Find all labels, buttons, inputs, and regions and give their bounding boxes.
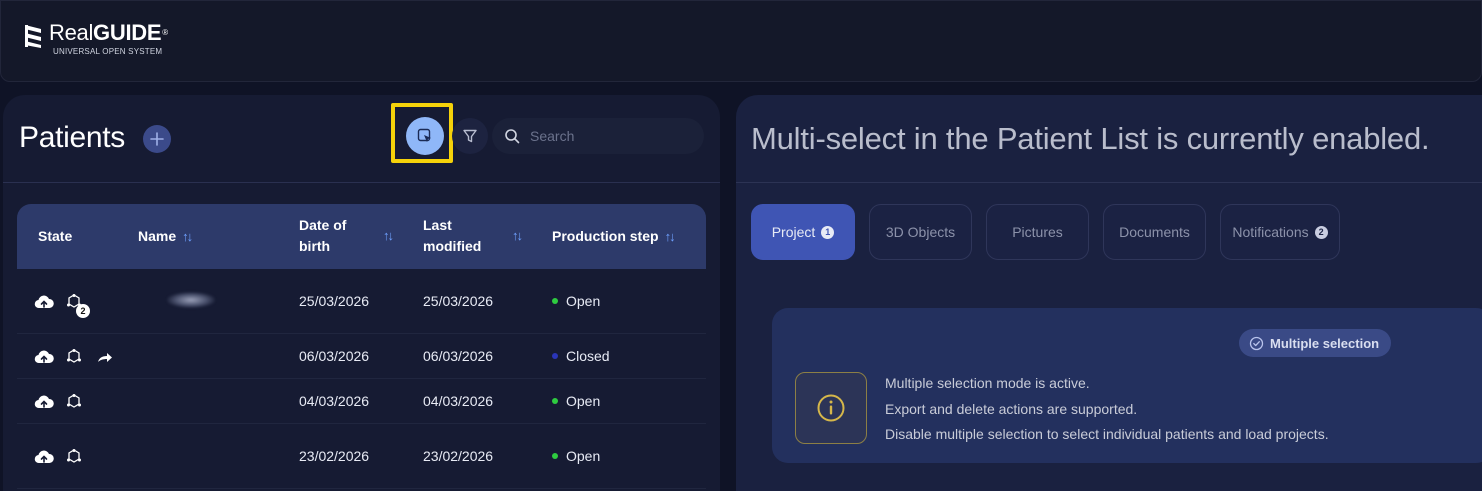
status-dot: [552, 398, 558, 404]
status-dot: [552, 453, 558, 459]
model-icon[interactable]: [64, 447, 84, 467]
dob-cell: 04/03/2026: [299, 393, 370, 409]
patients-table: State Name ↑↓ Date of birth ↑↓ Last modifie…: [17, 204, 706, 489]
dob-cell: 25/03/2026: [299, 293, 370, 309]
search-input[interactable]: [530, 128, 690, 144]
divider: [3, 182, 720, 183]
filter-icon: [463, 129, 477, 143]
search-box[interactable]: [492, 118, 704, 154]
table-row[interactable]: 04/03/2026 04/03/2026 Open: [17, 379, 706, 424]
filter-button[interactable]: [452, 118, 488, 154]
add-patient-button[interactable]: [143, 125, 171, 153]
info-text: Multiple selection mode is active. Expor…: [885, 371, 1329, 448]
tab-pictures[interactable]: Pictures: [986, 204, 1089, 260]
notification-badge: 2: [76, 304, 90, 318]
sort-icon[interactable]: ↑↓: [512, 228, 523, 243]
state-cell: [34, 447, 84, 467]
multiple-selection-badge: Multiple selection: [1239, 329, 1392, 357]
sort-icon[interactable]: ↑↓: [182, 229, 193, 244]
table-row[interactable]: 23/02/2026 23/02/2026 Open: [17, 424, 706, 489]
table-row[interactable]: 2 25/03/2026 25/03/2026 Open: [17, 269, 706, 334]
production-step-cell: Open: [552, 393, 600, 409]
top-bar: RealGUIDE® UNIVERSAL OPEN SYSTEM: [0, 0, 1482, 82]
info-line: Disable multiple selection to select ind…: [885, 426, 1329, 442]
modified-cell: 23/02/2026: [423, 448, 494, 464]
modified-cell: 04/03/2026: [423, 393, 494, 409]
state-cell: [34, 392, 84, 412]
state-cell: 2: [34, 292, 90, 318]
cloud-upload-icon[interactable]: [34, 392, 54, 412]
tab-project[interactable]: Project 1: [751, 204, 855, 260]
sort-icon[interactable]: ↑↓: [383, 228, 394, 243]
tab-count-badge: 1: [821, 225, 835, 239]
detail-panel: Multi-select in the Patient List is curr…: [736, 95, 1482, 491]
column-last-modified[interactable]: Last modified: [423, 215, 481, 257]
model-icon[interactable]: 2: [64, 292, 90, 318]
sort-icon[interactable]: ↑↓: [665, 229, 676, 244]
info-icon-box: [795, 372, 867, 444]
check-circle-icon: [1249, 336, 1264, 350]
multi-select-message: Multi-select in the Patient List is curr…: [751, 121, 1430, 156]
status-dot: [552, 353, 558, 359]
column-name[interactable]: Name ↑↓: [138, 226, 193, 247]
table-header: State Name ↑↓ Date of birth ↑↓ Last modifie…: [17, 204, 706, 269]
modified-cell: 06/03/2026: [423, 348, 494, 364]
tab-count-badge: 2: [1314, 225, 1328, 239]
column-state: State: [38, 228, 73, 244]
cloud-upload-icon[interactable]: [34, 347, 54, 367]
search-icon: [505, 129, 520, 144]
logo-subtitle: UNIVERSAL OPEN SYSTEM: [53, 47, 163, 56]
info-icon: [817, 394, 845, 422]
logo-mark-icon: [25, 25, 41, 48]
tab-notifications[interactable]: Notifications 2: [1220, 204, 1340, 260]
cloud-upload-icon[interactable]: [34, 447, 54, 467]
status-dot: [552, 298, 558, 304]
cloud-upload-icon[interactable]: [34, 292, 54, 312]
plus-icon: [150, 132, 164, 146]
info-line: Export and delete actions are supported.: [885, 400, 1138, 417]
column-production-step[interactable]: Production step ↑↓: [552, 226, 676, 247]
dob-cell: 06/03/2026: [299, 348, 370, 364]
detail-tabs: Project 1 3D Objects Pictures Documents N…: [751, 204, 1340, 260]
model-icon[interactable]: [64, 347, 84, 367]
highlight-frame: [391, 103, 453, 163]
patients-panel: Patients State Name↑↓ Date ofbirth: [3, 95, 720, 491]
logo-title: RealGUIDE®: [49, 20, 168, 45]
info-line: Multiple selection mode is active.: [885, 375, 1090, 391]
table-row[interactable]: 06/03/2026 06/03/2026 Closed: [17, 334, 706, 379]
state-cell: [34, 347, 114, 367]
model-icon[interactable]: [64, 392, 84, 412]
patient-name-blurred: [167, 292, 215, 308]
share-icon[interactable]: [94, 347, 114, 367]
tab-3d-objects[interactable]: 3D Objects: [869, 204, 972, 260]
multi-select-info-card: Multiple selection Multiple selection mo…: [772, 308, 1482, 463]
app-window: RealGUIDE® UNIVERSAL OPEN SYSTEM Patient…: [0, 0, 1482, 491]
tab-documents[interactable]: Documents: [1103, 204, 1206, 260]
modified-cell: 25/03/2026: [423, 293, 494, 309]
production-step-cell: Open: [552, 448, 600, 464]
patients-title: Patients: [19, 121, 125, 154]
column-date-of-birth[interactable]: Date of birth: [299, 215, 346, 257]
dob-cell: 23/02/2026: [299, 448, 370, 464]
production-step-cell: Closed: [552, 348, 610, 364]
divider: [736, 182, 1482, 183]
realguide-logo: RealGUIDE®: [23, 21, 168, 49]
production-step-cell: Open: [552, 293, 600, 309]
